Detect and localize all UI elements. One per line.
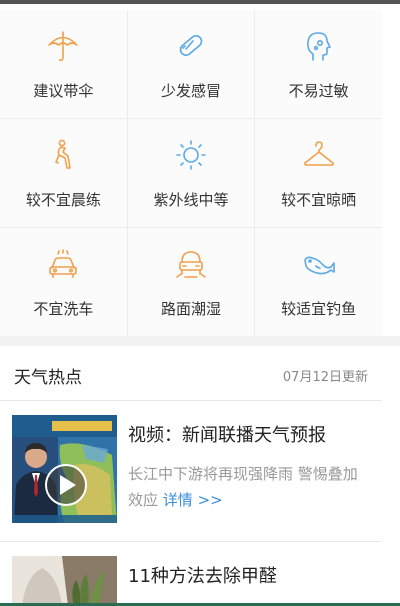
news-item[interactable]: 11种方法去除甲醛 bbox=[0, 548, 382, 606]
running-figure-icon bbox=[45, 137, 81, 173]
life-index-grid: 建议带伞 少发感冒 不易过敏 较不宜晨练 紫外线中等 较不宜晾晒 不宜洗车 路面… bbox=[0, 10, 382, 336]
index-label: 较不宜晨练 bbox=[25, 191, 101, 209]
news-description: 长江中下游将再现强降雨 警惕叠加效应 详情 >> bbox=[128, 461, 372, 513]
details-link[interactable]: 详情 >> bbox=[163, 491, 223, 509]
index-cell-cold[interactable]: 少发感冒 bbox=[127, 10, 255, 118]
umbrella-icon bbox=[45, 28, 81, 64]
index-label: 紫外线中等 bbox=[153, 191, 229, 209]
news-item[interactable]: 视频：新闻联播天气预报 长江中下游将再现强降雨 警惕叠加效应 详情 >> bbox=[0, 401, 382, 542]
index-label: 不宜洗车 bbox=[33, 300, 94, 318]
index-cell-exercise[interactable]: 较不宜晨练 bbox=[0, 119, 127, 227]
pill-icon bbox=[173, 28, 209, 64]
formaldehyde-article-thumbnail[interactable] bbox=[12, 556, 117, 606]
sun-icon bbox=[173, 137, 209, 173]
index-cell-drying[interactable]: 较不宜晾晒 bbox=[255, 119, 382, 227]
index-label: 不易过敏 bbox=[288, 82, 349, 100]
update-date: 07月12日更新 bbox=[282, 370, 368, 385]
index-label: 较适宜钓鱼 bbox=[281, 300, 357, 318]
news-video-thumbnail[interactable] bbox=[12, 415, 117, 523]
index-cell-fishing[interactable]: 较适宜钓鱼 bbox=[255, 228, 382, 336]
car-wash-icon bbox=[45, 246, 81, 282]
hot-section-header: 天气热点 07月12日更新 bbox=[0, 346, 382, 401]
index-cell-umbrella[interactable]: 建议带伞 bbox=[0, 10, 127, 118]
index-label: 建议带伞 bbox=[33, 82, 94, 100]
index-cell-road[interactable]: 路面潮湿 bbox=[127, 228, 255, 336]
news-title[interactable]: 11种方法去除甲醛 bbox=[128, 562, 277, 588]
road-car-icon bbox=[173, 246, 209, 282]
fish-icon bbox=[301, 246, 337, 282]
index-label: 路面潮湿 bbox=[160, 300, 221, 318]
news-title[interactable]: 视频：新闻联播天气预报 bbox=[128, 421, 326, 447]
hanger-icon bbox=[301, 137, 337, 173]
index-cell-carwash[interactable]: 不宜洗车 bbox=[0, 228, 127, 336]
hot-section-title: 天气热点 bbox=[14, 368, 82, 388]
top-bar bbox=[0, 0, 400, 4]
index-cell-allergy[interactable]: 不易过敏 bbox=[255, 10, 382, 118]
index-cell-uv[interactable]: 紫外线中等 bbox=[127, 119, 255, 227]
section-divider bbox=[0, 336, 400, 346]
index-label: 少发感冒 bbox=[160, 82, 221, 100]
allergy-head-icon bbox=[301, 28, 337, 64]
index-label: 较不宜晾晒 bbox=[281, 191, 357, 209]
